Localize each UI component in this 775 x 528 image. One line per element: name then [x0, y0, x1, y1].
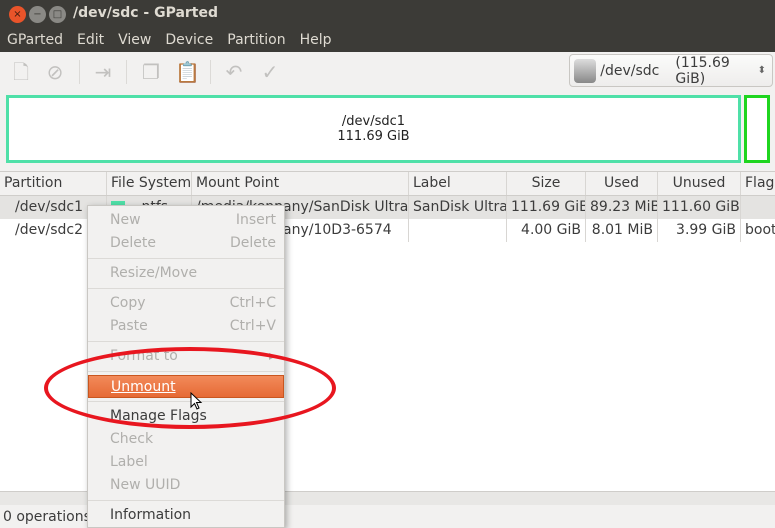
menu-item-copy[interactable]: Copy Ctrl+C: [88, 292, 284, 315]
label: Check: [110, 431, 154, 447]
menubar: GParted Edit View Device Partition Help: [0, 30, 775, 52]
cell-label: [409, 219, 507, 242]
shortcut: Ctrl+C: [229, 295, 276, 311]
menu-device[interactable]: Device: [158, 30, 220, 52]
menu-item-label[interactable]: Label: [88, 451, 284, 474]
menu-item-manage-flags[interactable]: Manage Flags: [88, 405, 284, 428]
undo-icon[interactable]: ↶: [222, 60, 246, 84]
device-size: (115.69 GiB): [675, 54, 730, 87]
shortcut: Insert: [235, 212, 276, 228]
device-selector[interactable]: /dev/sdc (115.69 GiB) ⬍: [569, 54, 773, 87]
label: Unmount: [111, 379, 176, 395]
cell-used: 8.01 MiB: [586, 219, 658, 242]
menu-help[interactable]: Help: [293, 30, 339, 52]
title-bar: × − □ /dev/sdc - GParted: [0, 0, 775, 30]
label: Label: [110, 454, 148, 470]
apply-icon[interactable]: ✓: [258, 60, 282, 84]
separator: [88, 258, 284, 259]
col-used[interactable]: Used: [586, 172, 658, 195]
separator: [88, 341, 284, 342]
label: Delete: [110, 235, 156, 251]
delete-icon[interactable]: ⊘: [43, 60, 67, 84]
partition-graph: /dev/sdc1 111.69 GiB: [4, 93, 773, 165]
menu-item-new-uuid[interactable]: New UUID: [88, 474, 284, 497]
resize-move-icon[interactable]: ⇥: [91, 60, 115, 84]
menu-item-check[interactable]: Check: [88, 428, 284, 451]
toolbar: 🗋 ⊘ ⇥ ❐ 📋 ↶ ✓ /dev/sdc (115.69 GiB) ⬍: [0, 52, 775, 92]
cell-used: 89.23 MiB: [586, 196, 658, 219]
separator: [79, 60, 80, 84]
col-size[interactable]: Size: [507, 172, 586, 195]
context-menu: New Insert Delete Delete Resize/Move Copy C…: [87, 205, 285, 528]
shortcut: Delete: [230, 235, 276, 251]
mouse-cursor-icon: [190, 392, 203, 410]
new-partition-icon[interactable]: 🗋: [9, 60, 33, 84]
close-button[interactable]: ×: [9, 6, 26, 23]
paste-icon[interactable]: 📋: [175, 60, 200, 84]
cell-unused: 111.60 GiB: [658, 196, 741, 219]
separator: [88, 500, 284, 501]
separator: [88, 288, 284, 289]
harddisk-icon: [574, 58, 597, 83]
col-unused[interactable]: Unused: [658, 172, 741, 195]
menu-item-information[interactable]: Information: [88, 504, 284, 527]
menu-item-unmount[interactable]: Unmount: [88, 375, 284, 398]
cell-unused: 3.99 GiB: [658, 219, 741, 242]
minimize-button[interactable]: −: [29, 6, 46, 23]
menu-item-paste[interactable]: Paste Ctrl+V: [88, 315, 284, 338]
label: Information: [110, 507, 192, 523]
spinner-arrows-icon: ⬍: [757, 65, 766, 76]
col-filesystem[interactable]: File System: [107, 172, 192, 195]
submenu-arrow-icon: ▸: [268, 348, 276, 364]
cell-flags: boot: [745, 222, 775, 238]
graph-partition-size: 111.69 GiB: [337, 129, 410, 144]
window-title: /dev/sdc - GParted: [73, 5, 219, 21]
menu-gparted[interactable]: GParted: [0, 30, 70, 52]
cell-label: SanDisk Ultra: [409, 196, 507, 219]
graph-partition-sdc2[interactable]: [744, 95, 770, 163]
graph-partition-name: /dev/sdc1: [341, 114, 406, 129]
menu-item-delete[interactable]: Delete Delete: [88, 232, 284, 255]
menu-view[interactable]: View: [111, 30, 158, 52]
table-header: Partition File System Mount Point Label …: [0, 172, 775, 196]
separator: [88, 401, 284, 402]
col-label[interactable]: Label: [409, 172, 507, 195]
col-mountpoint[interactable]: Mount Point: [192, 172, 409, 195]
label: New: [110, 212, 141, 228]
label: Format to: [110, 348, 178, 364]
col-partition[interactable]: Partition: [0, 172, 107, 195]
menu-item-new[interactable]: New Insert: [88, 209, 284, 232]
graph-partition-sdc1[interactable]: /dev/sdc1 111.69 GiB: [6, 95, 741, 163]
menu-partition[interactable]: Partition: [220, 30, 292, 52]
separator: [88, 371, 284, 372]
device-name: /dev/sdc: [600, 62, 660, 79]
menu-item-resize-move[interactable]: Resize/Move: [88, 262, 284, 285]
col-flags[interactable]: Flags: [741, 172, 775, 195]
label: Paste: [110, 318, 148, 334]
menu-edit[interactable]: Edit: [70, 30, 111, 52]
separator: [210, 60, 211, 84]
separator: [126, 60, 127, 84]
shortcut: Ctrl+V: [229, 318, 276, 334]
label: Resize/Move: [110, 265, 198, 281]
cell-size: 4.00 GiB: [507, 219, 586, 242]
cell-flags: [741, 196, 775, 219]
label: New UUID: [110, 477, 181, 493]
copy-icon[interactable]: ❐: [139, 60, 163, 84]
menu-item-format-to[interactable]: Format to ▸: [88, 345, 284, 368]
label: Copy: [110, 295, 146, 311]
cell-size: 111.69 GiB: [507, 196, 586, 219]
maximize-button[interactable]: □: [49, 6, 66, 23]
